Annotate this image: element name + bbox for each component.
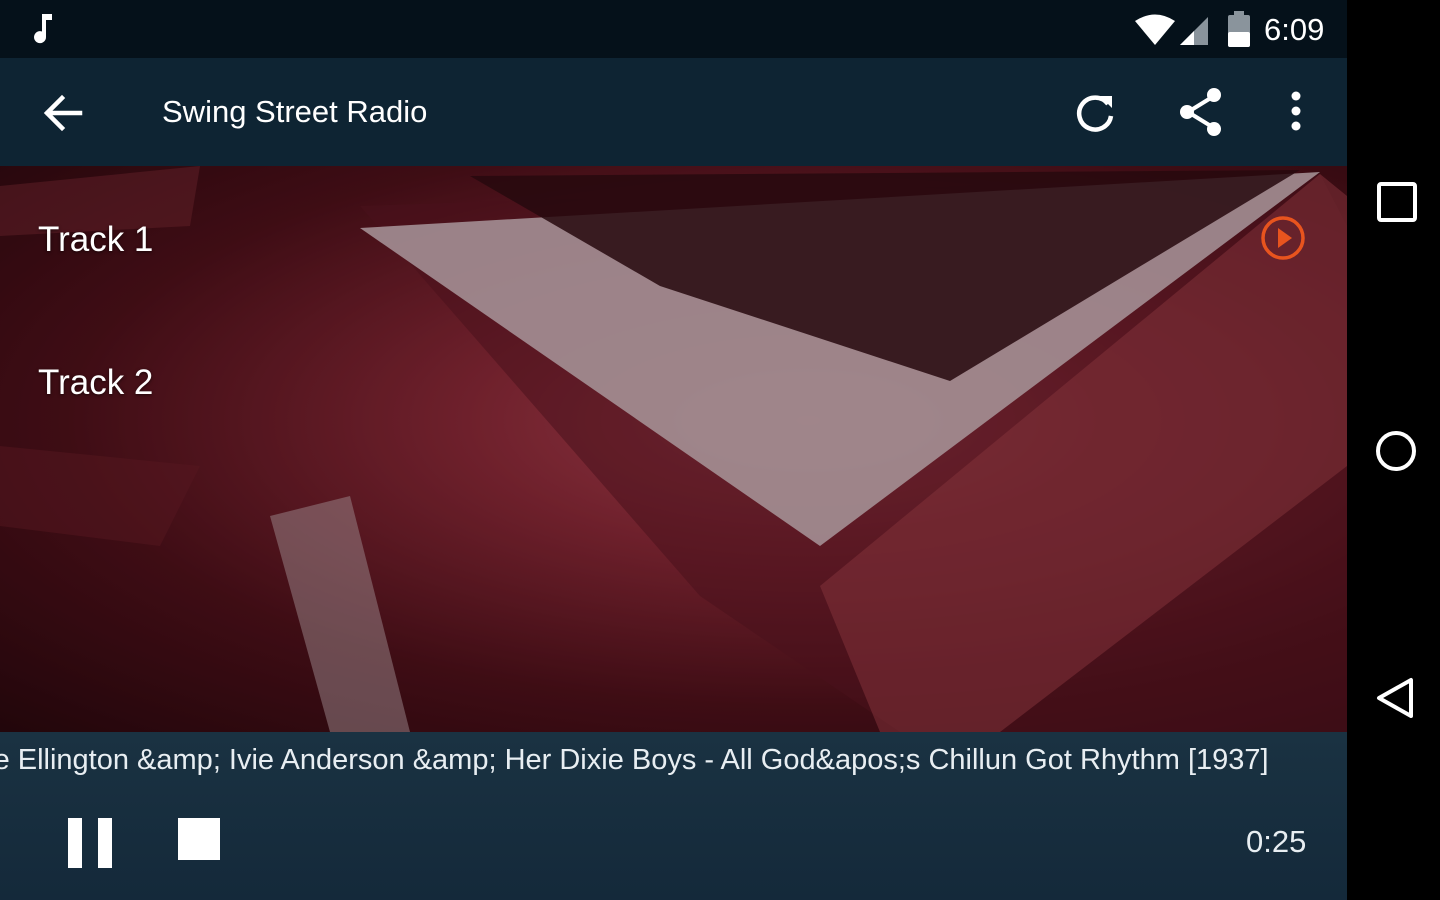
now-playing-text: Duke Ellington &amp; Ivie Anderson &amp;…	[0, 744, 1269, 776]
music-note-icon	[34, 14, 52, 44]
stop-icon[interactable]	[176, 816, 222, 862]
battery-icon	[1228, 11, 1250, 47]
recents-icon[interactable]	[1375, 180, 1419, 224]
now-playing-marquee: Duke Ellington &amp; Ivie Anderson &amp;…	[0, 742, 1310, 782]
track-list-item[interactable]: Track 1	[38, 220, 153, 260]
track-label: Track 1	[38, 220, 154, 259]
more-vert-icon[interactable]	[1276, 86, 1316, 142]
refresh-icon[interactable]	[1068, 86, 1122, 140]
track-list-item[interactable]: Track 2	[38, 363, 153, 403]
app-toolbar: Swing Street Radio	[0, 58, 1347, 166]
status-clock: 6:09	[1264, 12, 1325, 47]
pause-icon[interactable]	[66, 816, 114, 870]
back-triangle-icon[interactable]	[1373, 674, 1419, 722]
track-label: Track 2	[38, 363, 154, 402]
track-list-area: Track 1 Track 2	[0, 166, 1347, 732]
piano-background-image	[0, 166, 1347, 732]
back-arrow-icon[interactable]	[36, 86, 90, 140]
player-bar: Duke Ellington &amp; Ivie Anderson &amp;…	[0, 732, 1347, 900]
cell-signal-icon	[1180, 17, 1208, 45]
share-icon[interactable]	[1174, 84, 1230, 140]
system-navigation-bar	[1347, 0, 1440, 900]
status-bar: 6:09	[0, 0, 1347, 58]
home-icon[interactable]	[1373, 428, 1419, 474]
elapsed-time: 0:25	[1246, 824, 1307, 859]
app-screen: 6:09 Swing Street Radio Track 1 Track 2 …	[0, 0, 1347, 900]
page-title: Swing Street Radio	[162, 94, 428, 129]
play-circle-icon[interactable]	[1258, 213, 1308, 263]
wifi-icon	[1135, 14, 1175, 45]
